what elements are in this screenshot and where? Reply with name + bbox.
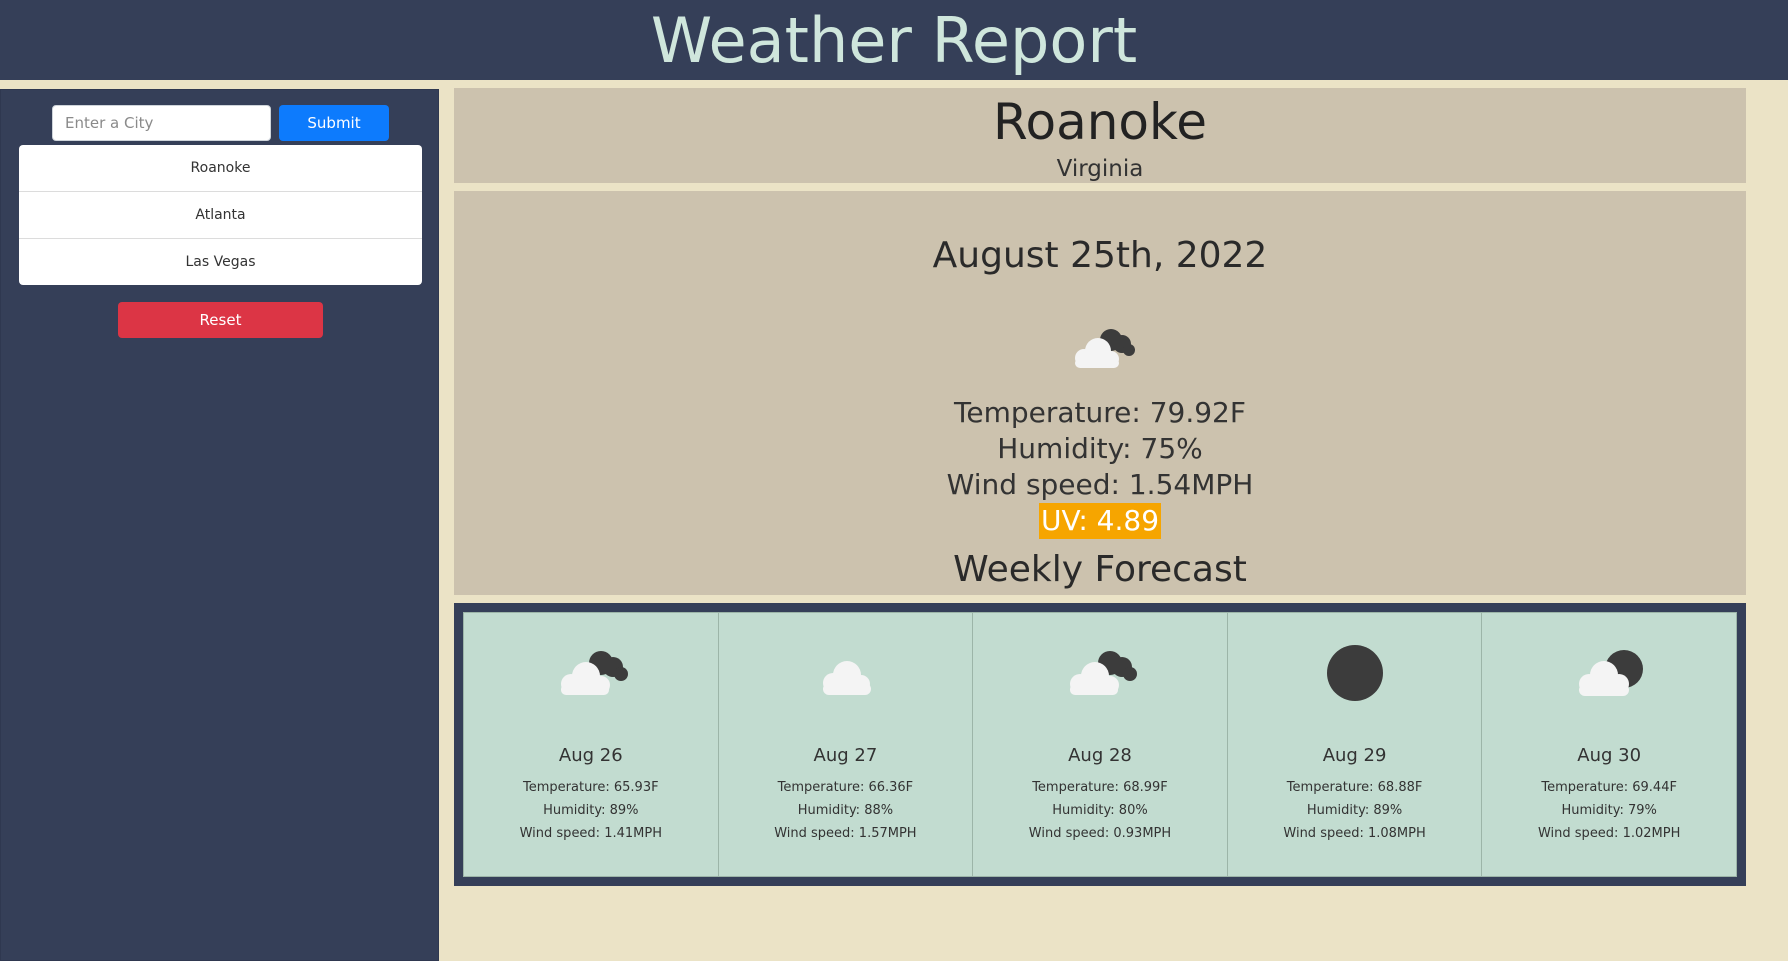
forecast-stats: Temperature: 68.88F Humidity: 89% Wind s…: [1228, 776, 1482, 845]
broken-clouds-icon: [560, 651, 628, 695]
forecast-temperature: Temperature: 65.93F: [523, 780, 659, 795]
forecast-humidity: Humidity: 88%: [797, 803, 894, 818]
submit-button[interactable]: Submit: [279, 105, 389, 141]
state-name: Virginia: [1056, 156, 1144, 182]
forecast-humidity: Humidity: 89%: [1306, 803, 1403, 818]
history-item-roanoke[interactable]: Roanoke: [19, 145, 422, 192]
uv-index-badge: UV: 4.89: [1038, 503, 1162, 539]
forecast-stats: Temperature: 65.93F Humidity: 89% Wind s…: [464, 776, 718, 845]
forecast-date: Aug 26: [558, 745, 623, 766]
current-wind-speed: Wind speed: 1.54MPH: [946, 468, 1254, 501]
clear-night-icon: [1326, 645, 1383, 701]
forecast-humidity: Humidity: 79%: [1561, 803, 1657, 818]
history-item-las-vegas[interactable]: Las Vegas: [19, 239, 422, 285]
forecast-wind-speed: Wind speed: 1.57MPH: [774, 826, 917, 841]
forecast-card: Aug 29 Temperature: 68.88F Humidity: 89%…: [1227, 613, 1483, 876]
forecast-humidity: Humidity: 89%: [543, 803, 639, 818]
forecast-temperature: Temperature: 69.44F: [1541, 780, 1677, 795]
forecast-date: Aug 27: [813, 745, 878, 766]
city-search-input[interactable]: [52, 105, 271, 141]
search-form: Submit: [52, 105, 389, 141]
forecast-card: Aug 27 Temperature: 66.36F Humidity: 88%…: [718, 613, 974, 876]
forecast-wind-speed: Wind speed: 1.02MPH: [1537, 826, 1681, 841]
forecast-stats: Temperature: 66.36F Humidity: 88% Wind s…: [719, 776, 973, 845]
broken-clouds-icon: [1069, 651, 1137, 695]
forecast-stats: Temperature: 68.99F Humidity: 80% Wind s…: [973, 776, 1227, 845]
current-temperature: Temperature: 79.92F: [954, 396, 1246, 429]
history-item-atlanta[interactable]: Atlanta: [19, 192, 422, 239]
forecast-stats: Temperature: 69.44F Humidity: 79% Wind s…: [1482, 776, 1736, 845]
current-stats: Temperature: 79.92F Humidity: 75% Wind s…: [454, 395, 1746, 539]
forecast-temperature: Temperature: 68.88F: [1286, 780, 1423, 795]
reset-button[interactable]: Reset: [118, 302, 323, 338]
cloud-icon: [823, 661, 872, 695]
forecast-wind-speed: Wind speed: 1.41MPH: [519, 826, 662, 841]
forecast-card: Aug 28 Temperature: 68.99F Humidity: 80%…: [973, 613, 1228, 876]
forecast-humidity: Humidity: 80%: [1052, 803, 1148, 818]
forecast-wind-speed: Wind speed: 0.93MPH: [1028, 826, 1172, 841]
sidebar: Submit Roanoke Atlanta Las Vegas Reset: [0, 89, 439, 961]
city-name: Roanoke: [993, 93, 1207, 151]
forecast-wind-speed: Wind speed: 1.08MPH: [1283, 826, 1426, 841]
forecast-date: Aug 28: [1068, 745, 1132, 766]
forecast-temperature: Temperature: 68.99F: [1032, 780, 1168, 795]
current-date: August 25th, 2022: [932, 235, 1268, 276]
search-history-list: Roanoke Atlanta Las Vegas: [19, 145, 422, 285]
forecast-card: Aug 26 Temperature: 65.93F Humidity: 89%…: [464, 613, 719, 876]
forecast-temperature: Temperature: 66.36F: [777, 780, 914, 795]
header-bar: Weather Report: [0, 0, 1788, 80]
partly-cloudy-night-icon: [1075, 329, 1135, 368]
forecast-date: Aug 29: [1322, 745, 1387, 766]
current-weather-panel: August 25th, 2022 Temperature: 79.92F Hu…: [454, 191, 1746, 595]
page-title: Weather Report: [650, 3, 1138, 77]
current-humidity: Humidity: 75%: [997, 432, 1203, 465]
forecast-card: Aug 30 Temperature: 69.44F Humidity: 79%…: [1482, 613, 1736, 876]
weekly-forecast-heading: Weekly Forecast: [953, 549, 1247, 590]
forecast-panel: Aug 26 Temperature: 65.93F Humidity: 89%…: [454, 603, 1746, 886]
forecast-cards: Aug 26 Temperature: 65.93F Humidity: 89%…: [463, 612, 1737, 877]
city-panel: Roanoke Virginia: [454, 88, 1746, 183]
forecast-date: Aug 30: [1577, 745, 1642, 766]
partly-cloudy-night-icon: [1579, 650, 1644, 696]
